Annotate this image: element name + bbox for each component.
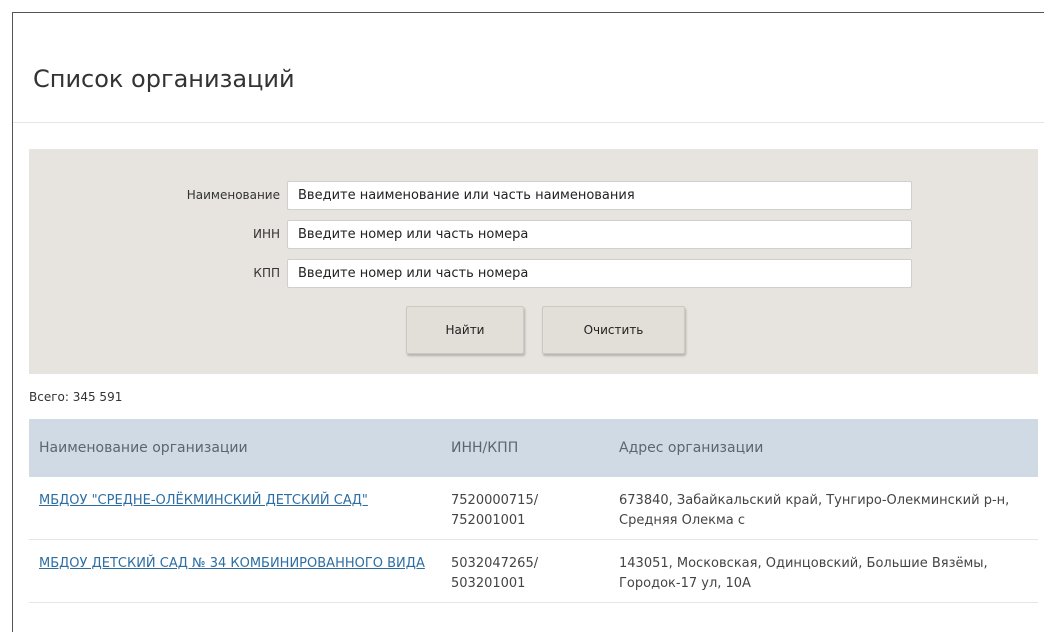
organization-link[interactable]: МБДОУ "СРЕДНЕ-ОЛЁКМИНСКИЙ ДЕТСКИЙ САД" [39,493,368,508]
page-title: Список организаций [33,65,295,93]
total-count: Всего: 345 591 [29,390,123,404]
organization-name-cell: МБДОУ "СРЕДНЕ-ОЛЁКМИНСКИЙ ДЕТСКИЙ САД" [29,477,441,540]
filter-row-inn: ИНН [29,220,1038,249]
inn-value: 7520000715/ [451,493,539,508]
kpp-filter-label: КПП [253,266,280,280]
filter-row-name: Наименование [29,181,1038,210]
name-search-input[interactable] [287,181,912,210]
column-header-address[interactable]: Адрес организации [609,419,1038,477]
organizations-window: Список организаций Наименование ИНН КПП … [12,12,1044,632]
column-header-name[interactable]: Наименование организации [29,419,441,477]
kpp-value: 752001001 [451,513,526,528]
filter-row-kpp: КПП [29,259,1038,288]
organization-link[interactable]: МБДОУ ДЕТСКИЙ САД № 34 КОМБИНИРОВАННОГО … [39,556,425,571]
kpp-search-input[interactable] [287,259,912,288]
inn-kpp-cell: 7520000715/ 752001001 [441,477,609,540]
inn-search-input[interactable] [287,220,912,249]
kpp-value: 503201001 [451,576,526,591]
title-bar: Список организаций [13,13,1044,123]
name-filter-label: Наименование [186,188,280,202]
inn-kpp-cell: 5032047265/ 503201001 [441,539,609,603]
address-cell: 143051, Московская, Одинцовский, Большие… [609,539,1038,603]
table-header-row: Наименование организации ИНН/КПП Адрес о… [29,419,1038,477]
inn-value: 5032047265/ [451,556,539,571]
table-row: МБДОУ ДЕТСКИЙ САД № 34 КОМБИНИРОВАННОГО … [29,539,1038,603]
organization-name-cell: МБДОУ ДЕТСКИЙ САД № 34 КОМБИНИРОВАННОГО … [29,539,441,603]
inn-filter-label: ИНН [252,227,280,241]
table-row: МБДОУ "СРЕДНЕ-ОЛЁКМИНСКИЙ ДЕТСКИЙ САД" 7… [29,477,1038,540]
find-button[interactable]: Найти [406,306,524,354]
clear-button[interactable]: Очистить [542,306,685,354]
column-header-inn-kpp[interactable]: ИНН/КПП [441,419,609,477]
filter-panel: Наименование ИНН КПП Найти Очистить [29,149,1038,374]
address-cell: 673840, Забайкальский край, Тунгиро-Олек… [609,477,1038,540]
organizations-table: Наименование организации ИНН/КПП Адрес о… [29,419,1038,603]
